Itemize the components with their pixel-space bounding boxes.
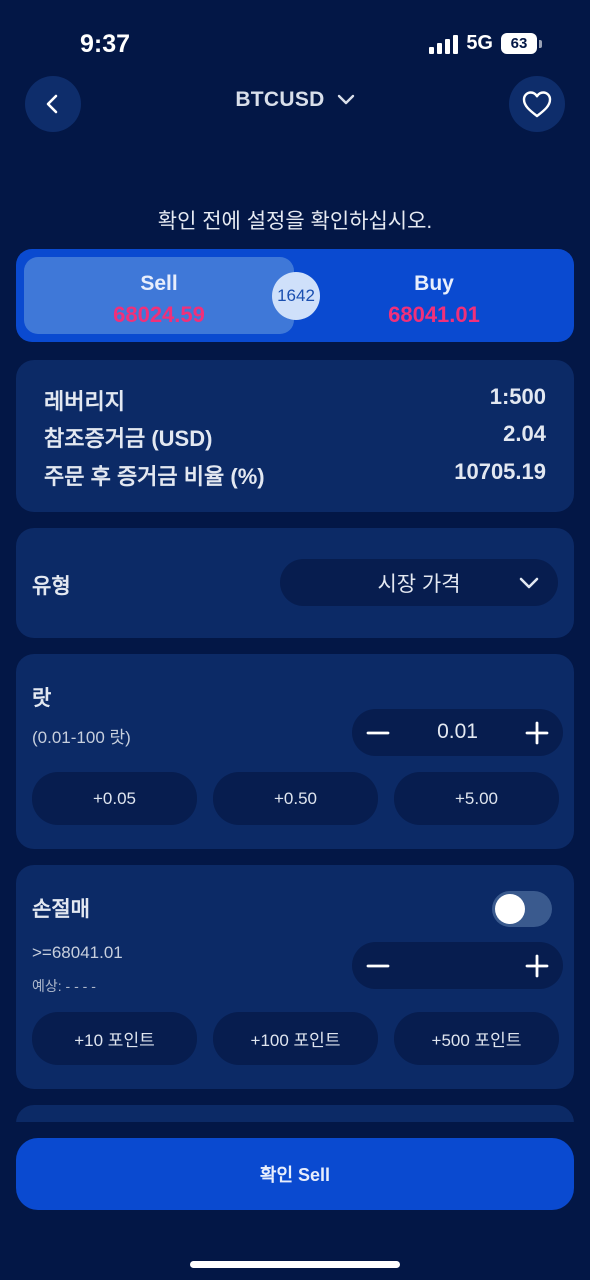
stop-loss-stepper: [352, 942, 563, 989]
lot-input[interactable]: 0.01: [402, 720, 513, 744]
info-label: 참조증거금 (USD): [44, 426, 213, 451]
info-value: 1:500: [489, 384, 546, 409]
minus-icon: [366, 964, 390, 967]
info-value: 10705.19: [454, 459, 546, 484]
sell-price: 68024.59: [113, 302, 205, 327]
chevron-down-icon: [337, 94, 354, 105]
info-row-leverage: 레버리지 1:500: [44, 384, 546, 416]
info-value: 2.04: [503, 421, 546, 446]
info-row-margin-ratio: 주문 후 증거금 비율 (%) 10705.19: [44, 459, 546, 491]
symbol-title: BTCUSD: [235, 88, 325, 111]
lot-chip-0[interactable]: +0.05: [32, 772, 197, 825]
lot-chip-2[interactable]: +5.00: [394, 772, 559, 825]
status-indicators: 5G 63: [429, 32, 542, 55]
buy-label: Buy: [414, 272, 454, 295]
stop-loss-increase-button[interactable]: [513, 942, 561, 989]
status-time: 9:37: [80, 30, 131, 58]
stop-loss-chip-2[interactable]: +500 포인트: [394, 1012, 559, 1065]
order-type-value: 시장 가격: [377, 572, 461, 596]
lot-increase-button[interactable]: [513, 709, 561, 756]
stop-loss-title: 손절매: [32, 898, 90, 921]
info-label: 주문 후 증거금 비율 (%): [44, 464, 265, 489]
buy-price: 68041.01: [388, 302, 480, 327]
lot-range: (0.01-100 랏): [32, 728, 131, 747]
lot-card: 랏 (0.01-100 랏) 0.01 +0.05 +0.50 +5.00: [16, 654, 574, 849]
minus-icon: [366, 731, 390, 734]
order-confirm-screen: 9:37 5G 63 BTCUSD 확인 전에 설정을 확인하십시오. Sell…: [0, 0, 590, 1280]
battery-level: 63: [501, 33, 537, 54]
confirm-sell-button[interactable]: 확인 Sell: [16, 1138, 574, 1210]
battery-icon: 63: [501, 33, 542, 54]
network-label: 5G: [466, 32, 493, 54]
home-indicator: [190, 1261, 400, 1268]
lot-stepper: 0.01: [352, 709, 563, 756]
stop-loss-estimate: 예상: - - - -: [32, 978, 96, 994]
stop-loss-condition: >=68041.01: [32, 943, 123, 962]
favorite-button[interactable]: [509, 76, 565, 132]
plus-icon: [525, 954, 549, 977]
info-label: 레버리지: [44, 389, 125, 414]
sell-label: Sell: [140, 272, 178, 295]
buy-option[interactable]: Buy 68041.01: [302, 257, 566, 334]
stop-loss-card: 손절매 >=68041.01 예상: - - - - +10 포인트 +100 …: [16, 865, 574, 1089]
lot-chip-1[interactable]: +0.50: [213, 772, 378, 825]
order-type-select[interactable]: 시장 가격: [280, 559, 558, 606]
confirm-prompt: 확인 전에 설정을 확인하십시오.: [157, 210, 433, 233]
stop-loss-toggle[interactable]: [492, 891, 552, 927]
lot-title: 랏: [32, 687, 52, 710]
order-type-label: 유형: [32, 575, 71, 598]
heart-icon: [522, 91, 552, 118]
margin-info-card: 레버리지 1:500 참조증거금 (USD) 2.04 주문 후 증거금 비율 …: [16, 360, 574, 512]
sell-option[interactable]: Sell 68024.59: [24, 257, 294, 334]
stop-loss-chip-0[interactable]: +10 포인트: [32, 1012, 197, 1065]
toggle-knob: [495, 894, 525, 924]
spread-badge: 1642: [272, 272, 320, 320]
header: BTCUSD: [0, 74, 590, 134]
info-row-margin: 참조증거금 (USD) 2.04: [44, 421, 546, 453]
trade-direction-toggle: Sell 68024.59 Buy 68041.01 1642: [16, 249, 574, 342]
plus-icon: [525, 721, 549, 744]
symbol-selector[interactable]: BTCUSD: [0, 88, 590, 112]
bottom-bar: 확인 Sell: [0, 1122, 590, 1280]
chevron-down-icon: [519, 577, 539, 589]
signal-icon: [429, 34, 459, 54]
lot-decrease-button[interactable]: [354, 709, 402, 756]
stop-loss-decrease-button[interactable]: [354, 942, 402, 989]
order-type-card: 유형 시장 가격: [16, 528, 574, 638]
stop-loss-chip-1[interactable]: +100 포인트: [213, 1012, 378, 1065]
